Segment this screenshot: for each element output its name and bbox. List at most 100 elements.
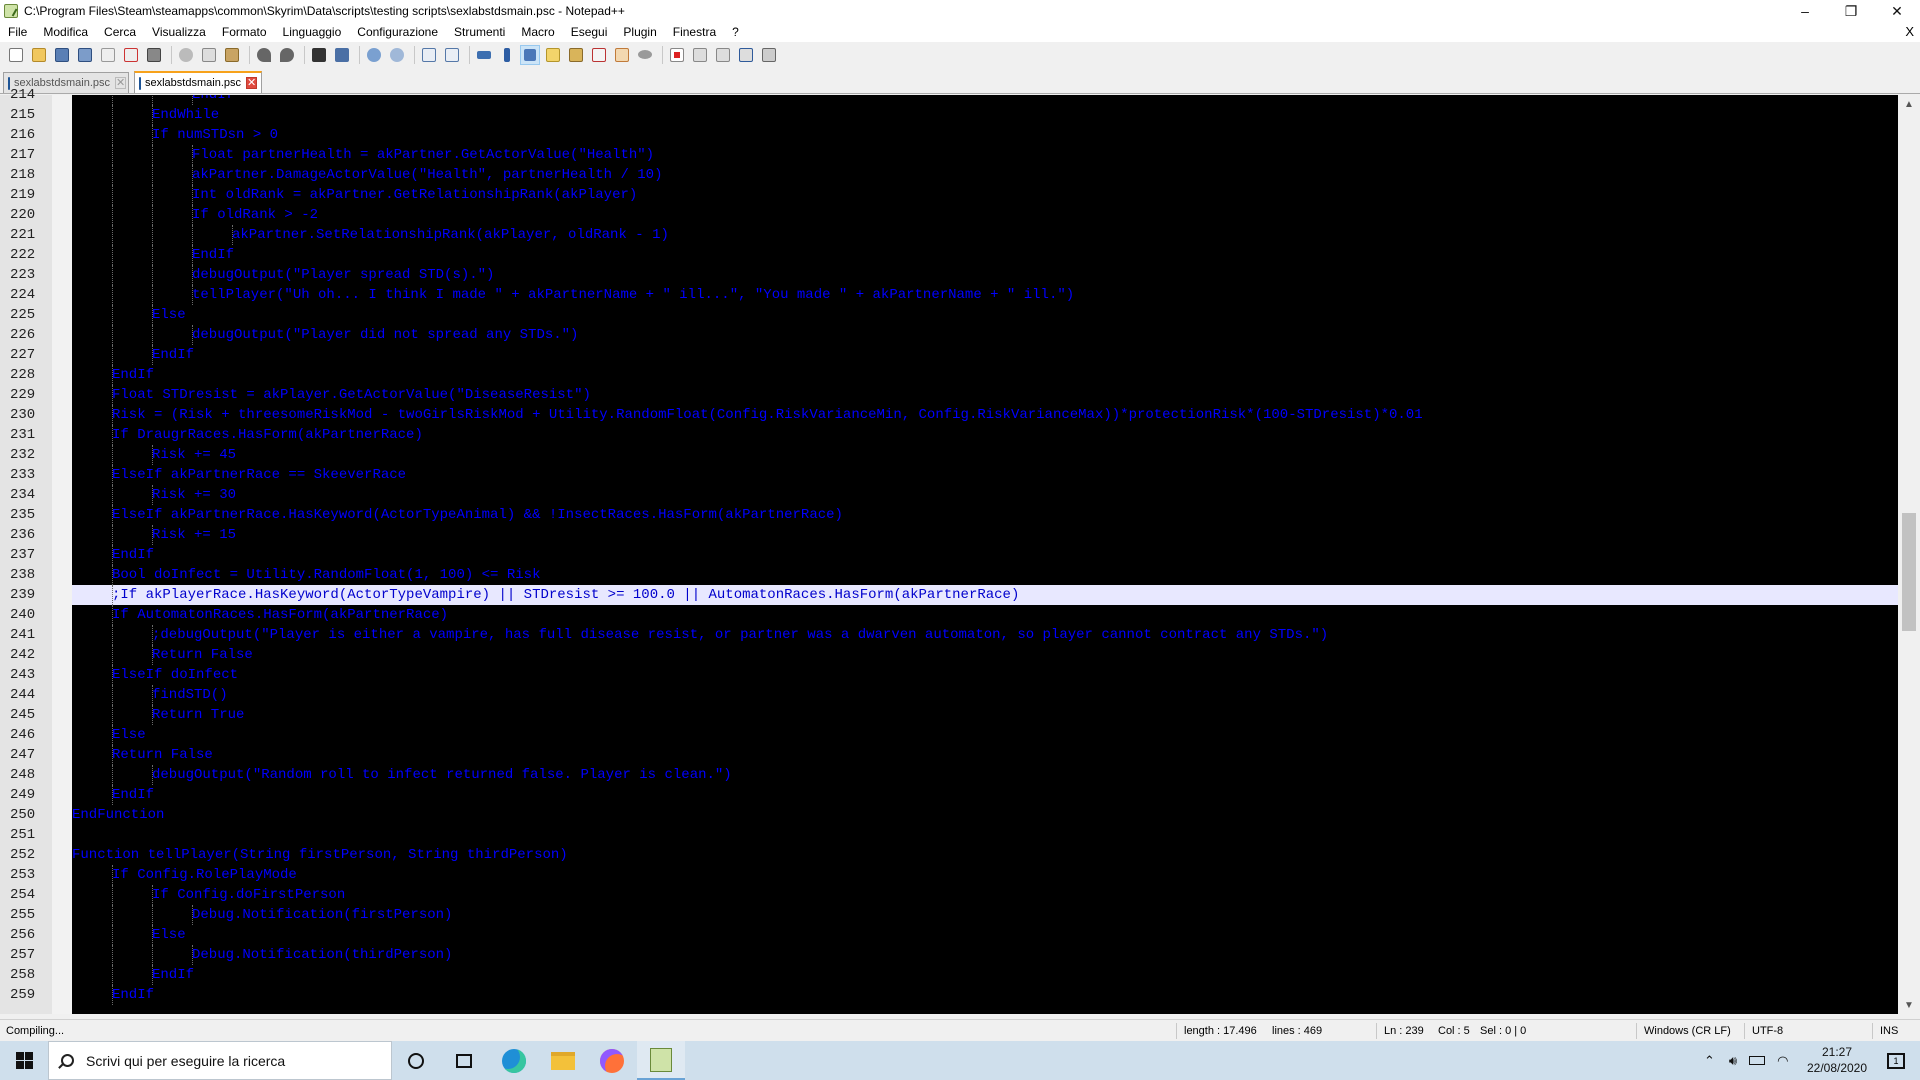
- code-line[interactable]: ;debugOutput("Player is either a vampire…: [72, 625, 1898, 645]
- code-line[interactable]: EndIf: [72, 345, 1898, 365]
- fold-margin[interactable]: [52, 95, 72, 1014]
- undo-button[interactable]: [254, 45, 274, 65]
- code-line[interactable]: akPartner.DamageActorValue("Health", par…: [72, 165, 1898, 185]
- code-line[interactable]: Else: [72, 305, 1898, 325]
- word-wrap-button[interactable]: [474, 45, 494, 65]
- code-line[interactable]: Float STDresist = akPlayer.GetActorValue…: [72, 385, 1898, 405]
- doc-map-button[interactable]: [566, 45, 586, 65]
- current-code-line[interactable]: ;If akPlayerRace.HasKeyword(ActorTypeVam…: [72, 585, 1898, 605]
- code-line[interactable]: If DraugrRaces.HasForm(akPartnerRace): [72, 425, 1898, 445]
- menu-strumenti[interactable]: Strumenti: [446, 22, 513, 42]
- taskbar-firefox[interactable]: [588, 1041, 636, 1080]
- code-line[interactable]: akPartner.SetRelationshipRank(akPlayer, …: [72, 225, 1898, 245]
- close-all-button[interactable]: [121, 45, 141, 65]
- code-line[interactable]: EndIf: [72, 785, 1898, 805]
- menu-configurazione[interactable]: Configurazione: [349, 22, 446, 42]
- menu-esegui[interactable]: Esegui: [563, 22, 616, 42]
- code-line[interactable]: debugOutput("Player did not spread any S…: [72, 325, 1898, 345]
- scrollbar-thumb[interactable]: [1902, 513, 1916, 631]
- redo-button[interactable]: [277, 45, 297, 65]
- code-line[interactable]: Risk += 45: [72, 445, 1898, 465]
- code-line[interactable]: Bool doInfect = Utility.RandomFloat(1, 1…: [72, 565, 1898, 585]
- code-line[interactable]: ElseIf doInfect: [72, 665, 1898, 685]
- code-line[interactable]: findSTD(): [72, 685, 1898, 705]
- menu-formato[interactable]: Formato: [214, 22, 275, 42]
- code-line[interactable]: If oldRank > -2: [72, 205, 1898, 225]
- code-area[interactable]: EndIf EndWhile If numSTDsn > 0 Float partne…: [72, 95, 1898, 1014]
- code-line[interactable]: [72, 825, 1898, 845]
- notification-center-button[interactable]: 1: [1872, 1041, 1920, 1080]
- code-line[interactable]: Else: [72, 725, 1898, 745]
- folder-workspace-button[interactable]: [612, 45, 632, 65]
- code-line[interactable]: EndWhile: [72, 105, 1898, 125]
- menu-cerca[interactable]: Cerca: [96, 22, 144, 42]
- task-view-button[interactable]: [440, 1041, 488, 1080]
- new-file-button[interactable]: [6, 45, 26, 65]
- close-button[interactable]: ✕: [1874, 0, 1920, 22]
- close-tab-icon[interactable]: ✕: [115, 77, 127, 89]
- menu-finestra[interactable]: Finestra: [665, 22, 724, 42]
- code-line[interactable]: EndIf: [72, 545, 1898, 565]
- code-line[interactable]: EndIf: [72, 245, 1898, 265]
- code-line[interactable]: Risk += 15: [72, 525, 1898, 545]
- code-line[interactable]: Float partnerHealth = akPartner.GetActor…: [72, 145, 1898, 165]
- function-list-button[interactable]: [589, 45, 609, 65]
- cortana-button[interactable]: [392, 1041, 440, 1080]
- code-line[interactable]: If Config.doFirstPerson: [72, 885, 1898, 905]
- code-line[interactable]: EndFunction: [72, 805, 1898, 825]
- code-line[interactable]: If Config.RolePlayMode: [72, 865, 1898, 885]
- copy-button[interactable]: [199, 45, 219, 65]
- code-line[interactable]: EndIf: [72, 95, 1898, 105]
- code-line[interactable]: EndIf: [72, 985, 1898, 1005]
- close-document-button[interactable]: X: [1905, 22, 1914, 42]
- zoom-out-button[interactable]: [387, 45, 407, 65]
- scroll-down-icon[interactable]: ▼: [1898, 996, 1920, 1014]
- menu-visualizza[interactable]: Visualizza: [144, 22, 214, 42]
- scroll-up-icon[interactable]: ▲: [1898, 95, 1920, 113]
- find-button[interactable]: [309, 45, 329, 65]
- code-line[interactable]: debugOutput("Player spread STD(s)."): [72, 265, 1898, 285]
- code-line[interactable]: Return False: [72, 745, 1898, 765]
- save-button[interactable]: [52, 45, 72, 65]
- close-file-button[interactable]: [98, 45, 118, 65]
- code-line[interactable]: EndIf: [72, 965, 1898, 985]
- save-all-button[interactable]: [75, 45, 95, 65]
- start-button[interactable]: [0, 1041, 48, 1080]
- monitoring-button[interactable]: [635, 45, 655, 65]
- indent-guide-button[interactable]: [520, 44, 540, 65]
- taskbar-edge[interactable]: [490, 1041, 538, 1080]
- editor[interactable]: 214 215 216 217 218 219 220 221 222 223 224 225 226 2…: [0, 87, 1920, 1014]
- run-macro-multiple-button[interactable]: [736, 45, 756, 65]
- menu-linguaggio[interactable]: Linguaggio: [275, 22, 350, 42]
- code-line[interactable]: Risk += 30: [72, 485, 1898, 505]
- battery-icon[interactable]: [1749, 1056, 1766, 1065]
- show-all-chars-button[interactable]: [497, 45, 517, 65]
- menu-file[interactable]: File: [0, 22, 35, 42]
- stop-macro-button[interactable]: [690, 45, 710, 65]
- taskbar-file-explorer[interactable]: [539, 1041, 587, 1080]
- code-line[interactable]: ElseIf akPartnerRace.HasKeyword(ActorTyp…: [72, 505, 1898, 525]
- code-line[interactable]: Debug.Notification(firstPerson): [72, 905, 1898, 925]
- save-macro-button[interactable]: [759, 45, 779, 65]
- user-language-button[interactable]: [543, 45, 563, 65]
- code-line[interactable]: Function tellPlayer(String firstPerson, …: [72, 845, 1898, 865]
- code-line[interactable]: EndIf: [72, 365, 1898, 385]
- menu-modifica[interactable]: Modifica: [35, 22, 96, 42]
- code-line[interactable]: Risk = (Risk + threesomeRiskMod - twoGir…: [72, 405, 1898, 425]
- cut-button[interactable]: [176, 45, 196, 65]
- sync-vertical-button[interactable]: [419, 45, 439, 65]
- code-line[interactable]: Else: [72, 925, 1898, 945]
- chevron-up-icon[interactable]: ⌃: [1704, 1053, 1715, 1069]
- menu-macro[interactable]: Macro: [513, 22, 562, 42]
- wifi-icon[interactable]: ◠: [1777, 1053, 1788, 1069]
- code-line[interactable]: debugOutput("Random roll to infect retur…: [72, 765, 1898, 785]
- volume-icon[interactable]: 🔊︎: [1729, 1053, 1737, 1069]
- code-line[interactable]: Return True: [72, 705, 1898, 725]
- open-file-button[interactable]: [29, 45, 49, 65]
- code-line[interactable]: Return False: [72, 645, 1898, 665]
- replace-button[interactable]: [332, 45, 352, 65]
- tab-file-active[interactable]: sexlabstdsmain.psc ✕: [134, 71, 262, 93]
- taskbar-search[interactable]: Scrivi qui per eseguire la ricerca: [48, 1041, 392, 1080]
- close-tab-icon[interactable]: ✕: [246, 77, 258, 89]
- taskbar-clock[interactable]: 21:27 22/08/2020: [1802, 1044, 1872, 1076]
